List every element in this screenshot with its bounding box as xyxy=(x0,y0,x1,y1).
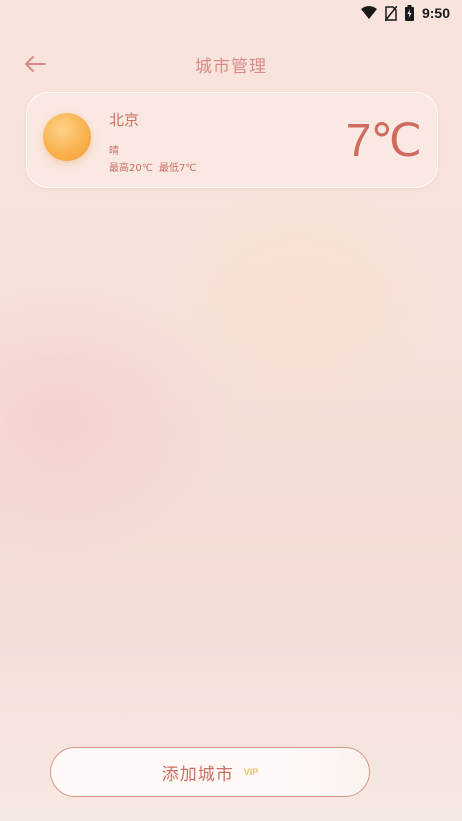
header: 城市管理 xyxy=(0,46,462,82)
no-sim-icon xyxy=(384,5,397,21)
vip-badge: VIP xyxy=(243,767,259,777)
battery-charging-icon xyxy=(404,5,414,21)
arrow-left-icon xyxy=(25,56,46,72)
add-city-label: 添加城市 xyxy=(161,764,234,785)
sun-icon xyxy=(43,113,91,161)
wifi-icon xyxy=(360,6,377,20)
current-temp: 7℃ xyxy=(345,114,422,166)
temp-range: 最高20℃ 最低7℃ xyxy=(109,159,197,174)
status-time: 9:50 xyxy=(421,5,450,21)
back-button[interactable] xyxy=(20,52,50,76)
status-bar: 9:50 xyxy=(0,0,462,26)
weather-description: 晴 xyxy=(109,146,119,157)
add-city-button[interactable]: 添加城市 VIP xyxy=(50,747,370,797)
temp-high: 最高20℃ xyxy=(109,163,153,174)
page-title: 城市管理 xyxy=(195,56,267,77)
city-name: 北京 xyxy=(109,111,140,129)
temp-low: 最低7℃ xyxy=(158,163,197,174)
city-card[interactable]: 北京 晴 最高20℃ 最低7℃ 7℃ xyxy=(26,92,438,188)
